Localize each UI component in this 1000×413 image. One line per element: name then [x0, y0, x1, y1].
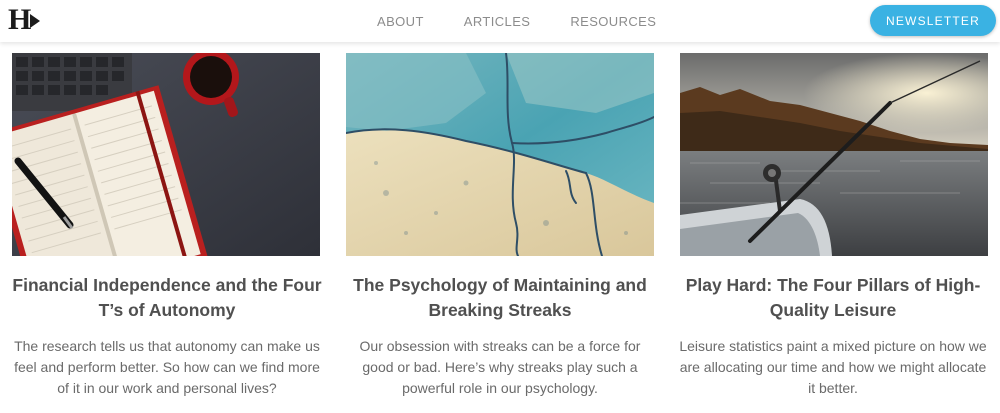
newsletter-button[interactable]: NEWSLETTER: [870, 5, 996, 36]
article-title[interactable]: Financial Independence and the Four T’s …: [0, 273, 334, 323]
article-description: Our obsession with streaks can be a forc…: [359, 338, 641, 396]
article-description: The research tells us that autonomy can …: [14, 338, 320, 396]
article-title[interactable]: The Psychology of Maintaining and Breaki…: [333, 273, 667, 323]
logo-arrow-icon: [30, 14, 41, 28]
nav-resources-link[interactable]: RESOURCES: [570, 14, 656, 29]
article-card[interactable]: Play Hard: The Four Pillars of High-Qual…: [666, 53, 1000, 413]
nav-articles-link[interactable]: ARTICLES: [464, 14, 531, 29]
notebook-photo[interactable]: [12, 53, 320, 256]
article-title[interactable]: Play Hard: The Four Pillars of High-Qual…: [666, 273, 1000, 323]
article-grid: Financial Independence and the Four T’s …: [0, 53, 1000, 413]
fishing-lake-photo[interactable]: [680, 53, 988, 256]
article-card[interactable]: Financial Independence and the Four T’s …: [0, 53, 334, 413]
article-description: Leisure statistics paint a mixed picture…: [679, 338, 987, 396]
logo-letter: H: [8, 3, 32, 36]
main-nav: ABOUT ARTICLES RESOURCES: [377, 0, 696, 42]
cracked-wall-photo[interactable]: [346, 53, 654, 256]
article-card[interactable]: The Psychology of Maintaining and Breaki…: [333, 53, 667, 413]
site-header: H ABOUT ARTICLES RESOURCES NEWSLETTER: [0, 0, 1000, 42]
nav-about-link[interactable]: ABOUT: [377, 14, 424, 29]
logo-icon[interactable]: H: [8, 4, 44, 36]
